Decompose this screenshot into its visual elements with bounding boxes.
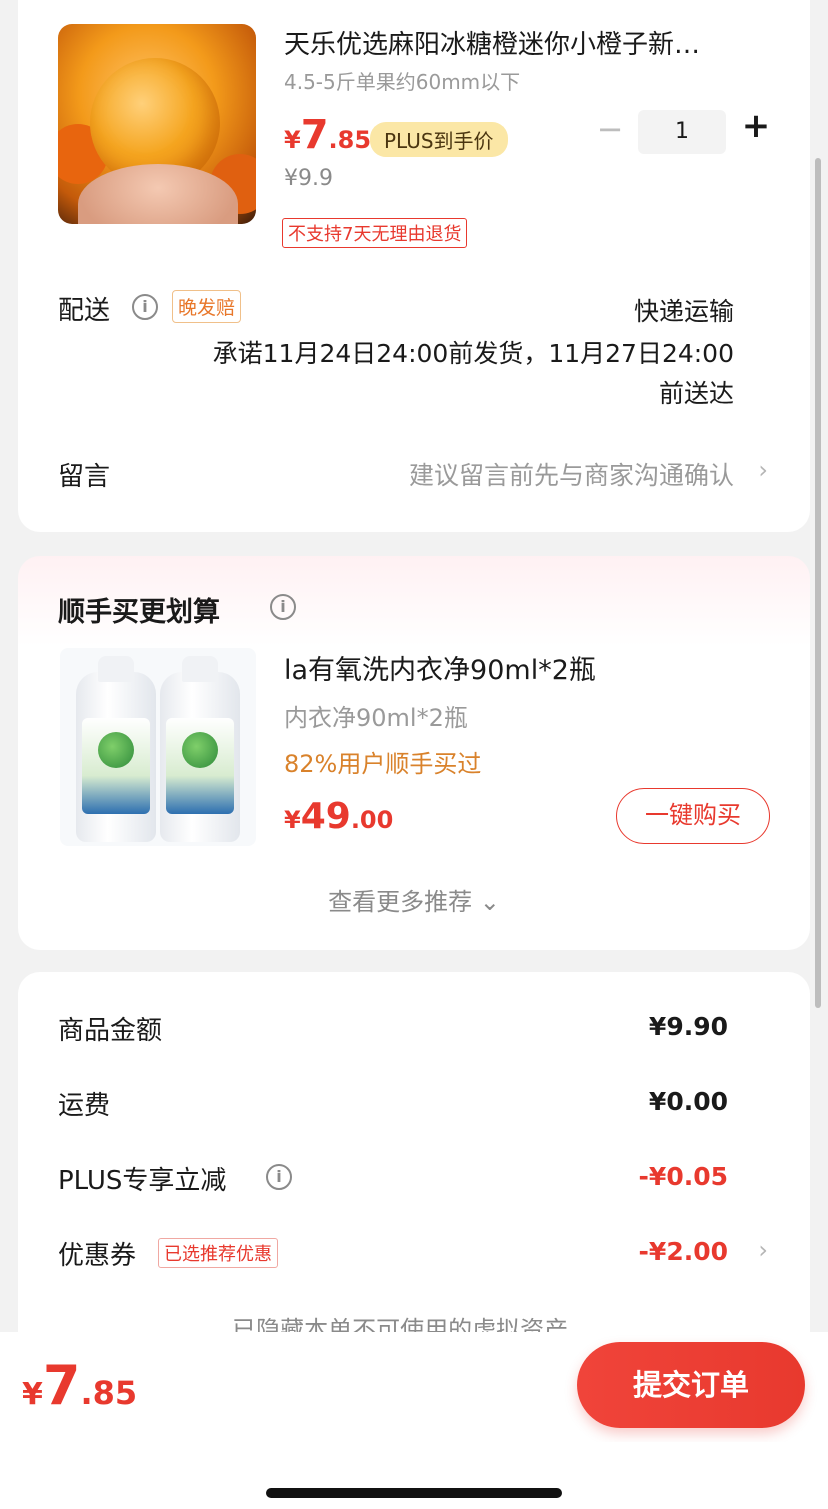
late-delivery-tag: 晚发赔 (172, 290, 242, 323)
plus-price-badge: PLUS到手价 (370, 122, 508, 157)
minus-icon[interactable]: − (594, 110, 626, 148)
shipping-value: ¥0.00 (648, 1087, 728, 1116)
price-integer: 7 (300, 112, 329, 158)
original-price: ¥9.9 (284, 166, 333, 191)
product-title[interactable]: 天乐优选麻阳冰糖橙迷你小橙子新… (284, 24, 764, 61)
home-indicator[interactable] (266, 1488, 562, 1498)
delivery-method[interactable]: 快递运输 (634, 292, 734, 328)
message-label: 留言 (58, 462, 111, 492)
chevron-right-icon[interactable]: › (758, 456, 768, 484)
chevron-right-icon[interactable]: › (758, 1236, 768, 1264)
product-price: ¥ 7 .85 (284, 112, 371, 158)
subtotal-value: ¥9.90 (648, 1012, 728, 1041)
delivery-promise: 承诺11月24日24:00前发货，11月27日24:00 (212, 339, 734, 368)
coupon-tag: 已选推荐优惠 (158, 1238, 278, 1268)
price-symbol: ¥ (284, 806, 301, 834)
plus-discount-value: -¥0.05 (638, 1162, 728, 1191)
delivery-promise-cont: 前送达 (658, 379, 734, 408)
recommendation-price: ¥ 49 .00 (284, 796, 393, 837)
bottom-bar: ¥ 7 .85 提交订单 (0, 1332, 828, 1442)
scrollbar[interactable] (815, 158, 821, 1008)
delivery-label: 配送 (58, 296, 111, 326)
home-indicator-area (0, 1442, 828, 1509)
info-icon[interactable]: i (132, 294, 158, 320)
shipping-label: 运费 (58, 1091, 111, 1121)
recommendation-title: 顺手买更划算 (58, 597, 220, 628)
message-input[interactable]: 建议留言前先与商家沟通确认 (409, 456, 734, 492)
quantity-input[interactable]: 1 (638, 110, 726, 154)
plus-icon[interactable]: + (738, 106, 774, 146)
price-symbol: ¥ (284, 126, 301, 154)
recommendation-name[interactable]: la有氧洗内衣净90ml*2瓶 (284, 648, 596, 687)
price-symbol: ¥ (22, 1377, 43, 1412)
recommendation-card: 顺手买更划算 i la有氧洗内衣净90ml*2瓶 内衣净90ml*2瓶 82%用… (18, 556, 810, 950)
recommendation-buyers: 82%用户顺手买过 (284, 750, 482, 778)
price-decimal: .85 (328, 126, 372, 154)
recommendation-spec: 内衣净90ml*2瓶 (284, 704, 468, 732)
info-icon[interactable]: i (270, 594, 296, 620)
info-icon[interactable]: i (266, 1164, 292, 1190)
one-click-buy-button[interactable]: 一键购买 (616, 788, 770, 844)
price-decimal: .85 (80, 1374, 138, 1412)
coupon-label: 优惠券 (58, 1241, 137, 1271)
return-policy-tag: 不支持7天无理由退货 (282, 218, 468, 248)
coupon-value[interactable]: -¥2.00 (639, 1237, 728, 1266)
recommendation-image[interactable] (60, 648, 256, 846)
product-image[interactable] (58, 24, 256, 224)
total-price: ¥ 7 .85 (22, 1354, 137, 1417)
product-spec: 4.5-5斤单果约60mm以下 (284, 70, 521, 94)
price-integer: 49 (300, 796, 351, 837)
submit-order-button[interactable]: 提交订单 (577, 1342, 805, 1428)
plus-discount-label: PLUS专享立减 (58, 1166, 227, 1196)
price-integer: 7 (42, 1354, 81, 1417)
subtotal-label: 商品金额 (58, 1016, 163, 1046)
order-summary-card: 商品金额 ¥9.90 运费 ¥0.00 PLUS专享立减 i -¥0.05 优惠… (18, 972, 810, 1372)
price-decimal: .00 (350, 806, 394, 834)
more-recommendations-link[interactable]: 查看更多推荐 ⌄ (18, 882, 810, 917)
product-card: 天乐优选麻阳冰糖橙迷你小橙子新… 4.5-5斤单果约60mm以下 ¥ 7 .85… (18, 0, 810, 532)
